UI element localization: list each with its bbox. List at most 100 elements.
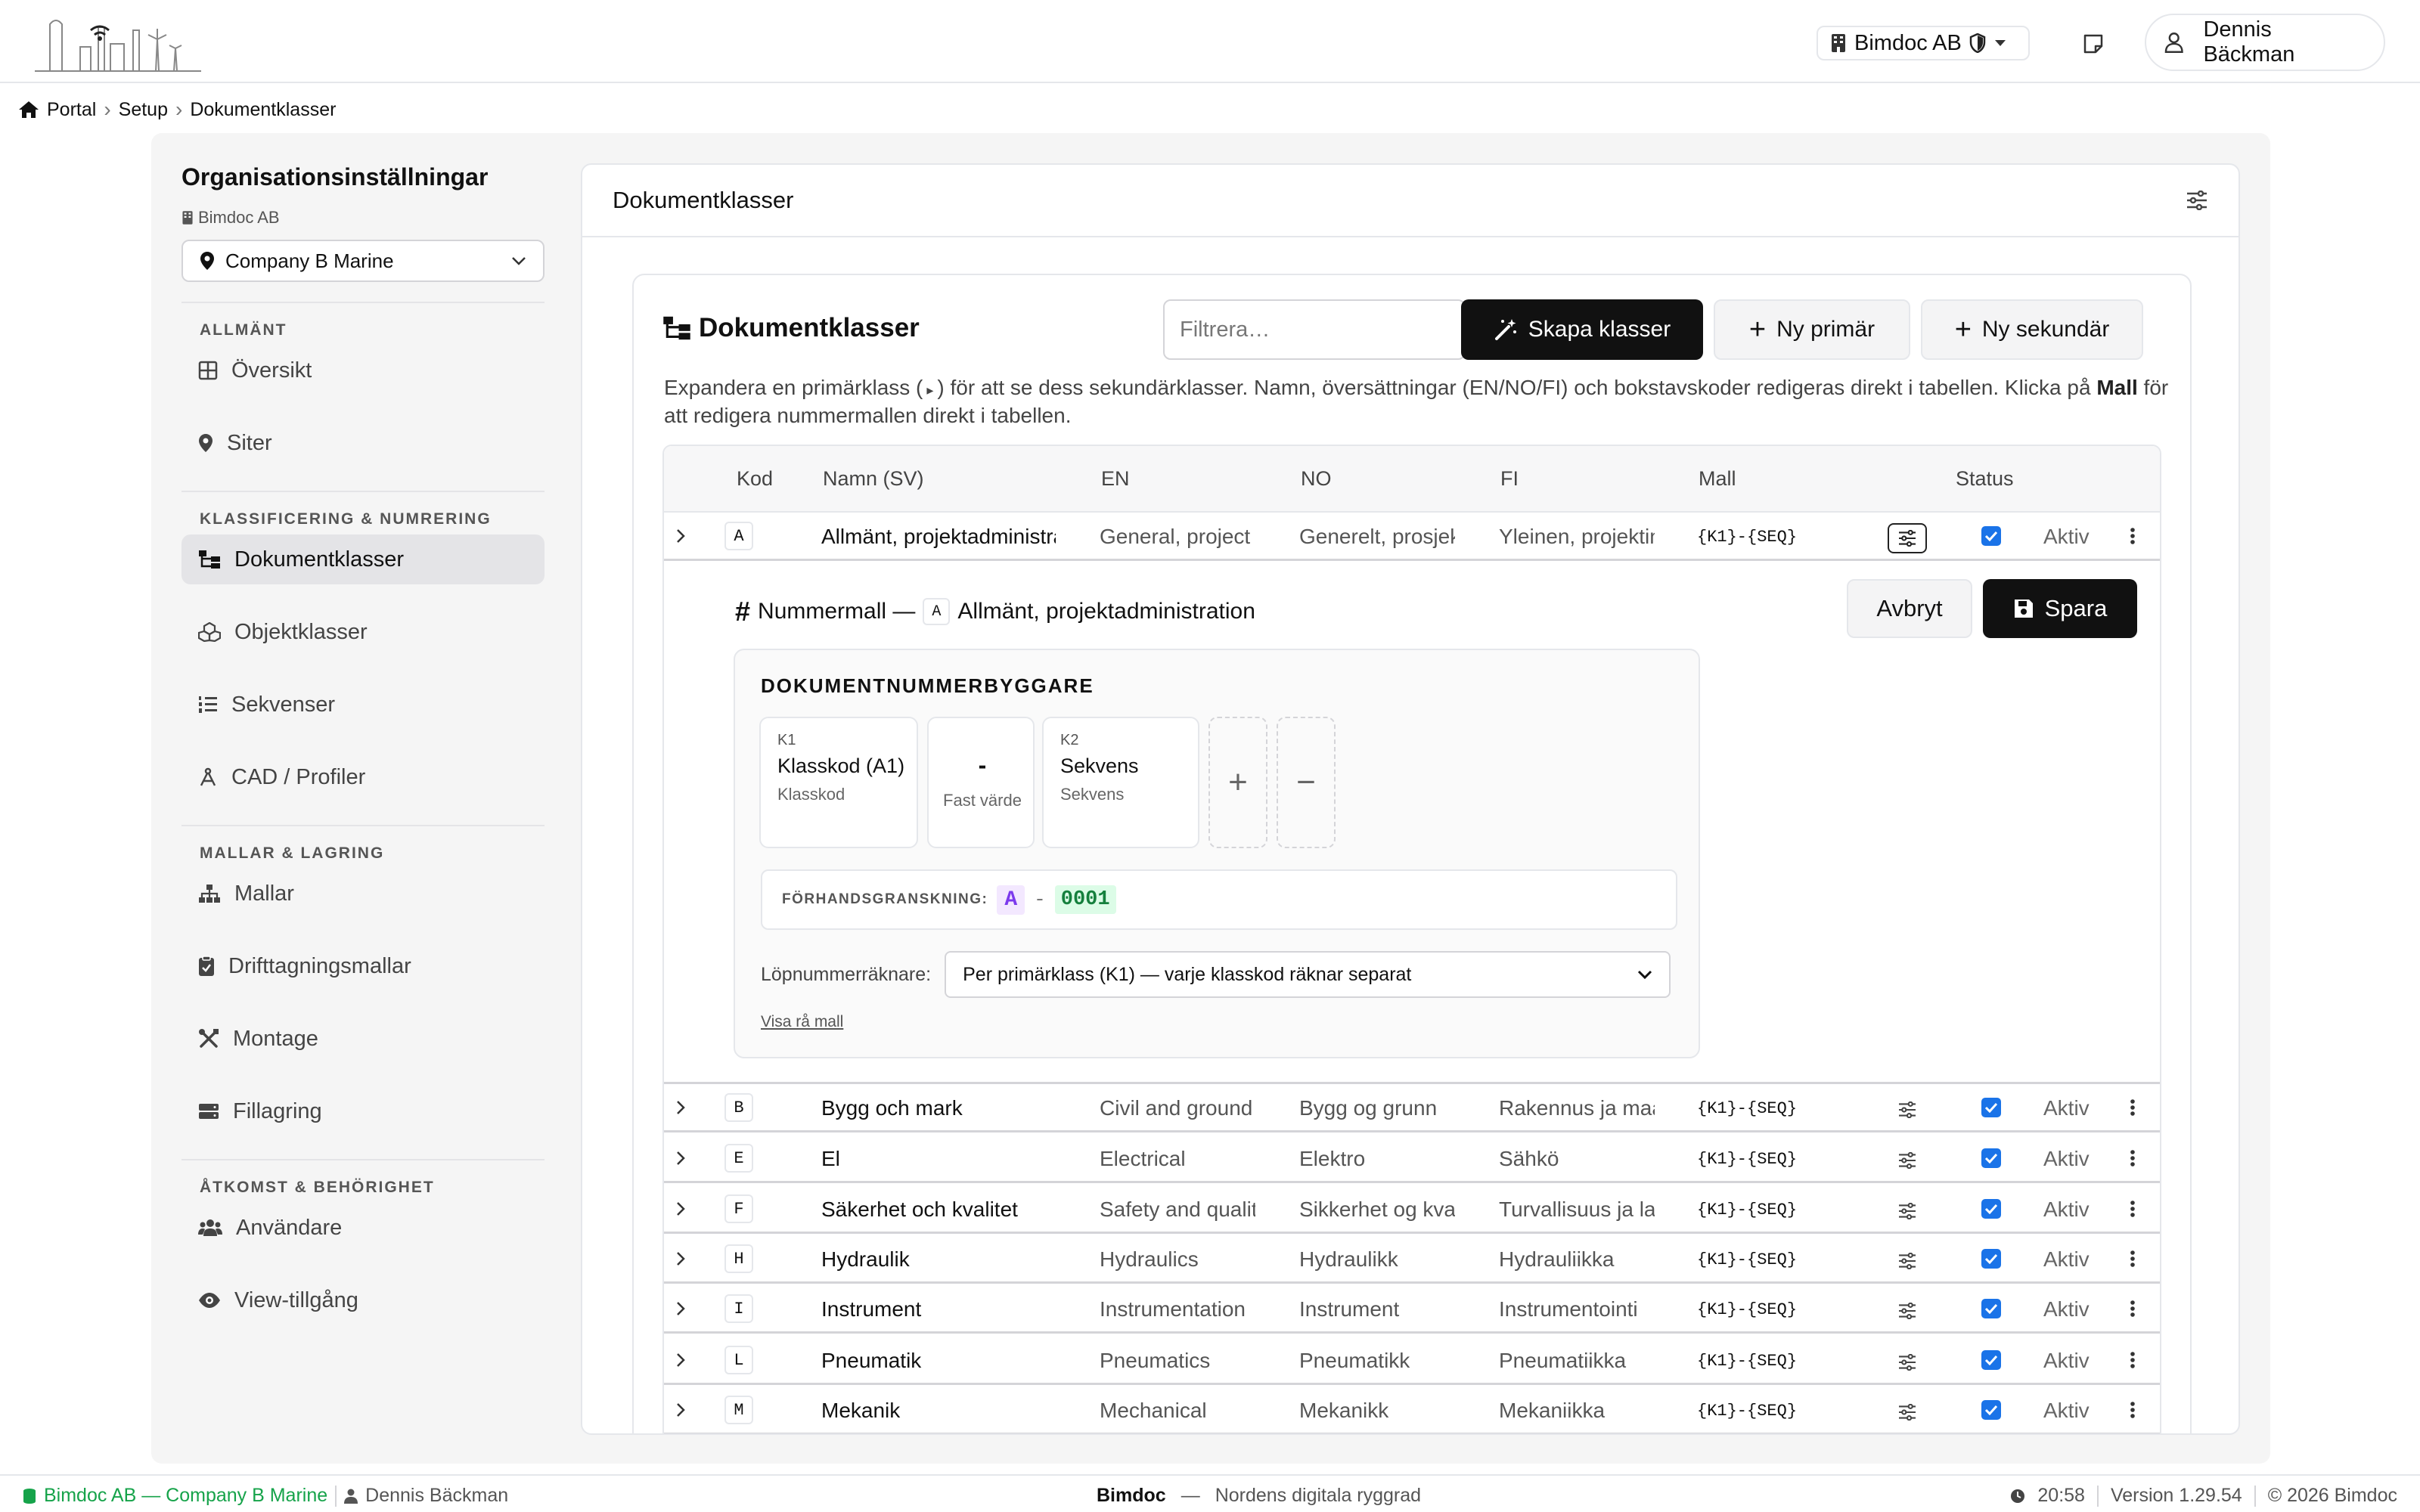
- sidebar-item-cad-profiler[interactable]: CAD / Profiler: [182, 752, 544, 802]
- class-name-en[interactable]: Safety and quality: [1100, 1198, 1255, 1222]
- remove-segment-button[interactable]: −: [1277, 717, 1336, 848]
- sidebar-item-oversikt[interactable]: Översikt: [182, 345, 544, 395]
- sidebar-item-montage[interactable]: Montage: [182, 1014, 544, 1064]
- add-segment-button[interactable]: +: [1208, 717, 1267, 848]
- kebab-menu-icon[interactable]: [2128, 1347, 2137, 1373]
- class-code[interactable]: H: [724, 1244, 753, 1273]
- class-name-en[interactable]: Mechanical: [1100, 1399, 1255, 1423]
- class-code[interactable]: I: [724, 1294, 753, 1323]
- chevron-right-icon[interactable]: [669, 523, 693, 549]
- table-row[interactable]: M Mekanik Mechanical Mekanikk Mekaniikka…: [664, 1387, 2160, 1433]
- class-name-en[interactable]: Civil and ground: [1100, 1096, 1255, 1120]
- active-checkbox[interactable]: [1981, 1299, 2001, 1318]
- sidebar-item-anvandare[interactable]: Användare: [182, 1203, 544, 1253]
- new-primary-button[interactable]: + Ny primär: [1714, 299, 1910, 360]
- class-name-no[interactable]: Elektro: [1299, 1147, 1455, 1171]
- breadcrumb-portal[interactable]: Portal: [47, 99, 96, 121]
- counter-select[interactable]: Per primärklass (K1) — varje klasskod rä…: [945, 951, 1671, 998]
- kebab-menu-icon[interactable]: [2128, 1296, 2137, 1321]
- edit-template-button[interactable]: [1888, 1095, 1927, 1125]
- class-name-en[interactable]: Electrical: [1100, 1147, 1255, 1171]
- class-code[interactable]: M: [724, 1396, 753, 1424]
- table-row[interactable]: A Allmänt, projektadministration General…: [664, 513, 2160, 561]
- active-checkbox[interactable]: [1981, 1199, 2001, 1219]
- sidebar-item-objektklasser[interactable]: Objektklasser: [182, 607, 544, 657]
- segment-k1[interactable]: K1 Klasskod (A1) Klasskod: [759, 717, 918, 848]
- class-name[interactable]: Mekanik: [821, 1399, 1056, 1423]
- sidebar-item-mallar[interactable]: Mallar: [182, 869, 544, 919]
- class-name-no[interactable]: Sikkerhet og kvalitet: [1299, 1198, 1455, 1222]
- class-name-no[interactable]: Mekanikk: [1299, 1399, 1455, 1423]
- chevron-right-icon[interactable]: [669, 1347, 693, 1373]
- breadcrumb-setup[interactable]: Setup: [119, 99, 168, 121]
- filter-input[interactable]: Filtrera…: [1163, 299, 1466, 360]
- class-name-en[interactable]: Hydraulics: [1100, 1247, 1255, 1272]
- show-raw-template-link[interactable]: Visa rå mall: [761, 1013, 843, 1031]
- class-name-no[interactable]: Pneumatikk: [1299, 1349, 1455, 1373]
- class-name[interactable]: Instrument: [821, 1297, 1056, 1321]
- notes-button[interactable]: [2075, 26, 2111, 62]
- kebab-menu-icon[interactable]: [2128, 1246, 2137, 1272]
- chevron-right-icon[interactable]: [669, 1196, 693, 1222]
- new-secondary-button[interactable]: + Ny sekundär: [1921, 299, 2143, 360]
- active-checkbox[interactable]: [1981, 1350, 2001, 1370]
- class-name[interactable]: Hydraulik: [821, 1247, 1056, 1272]
- create-classes-button[interactable]: Skapa klasser: [1461, 299, 1703, 360]
- class-name-fi[interactable]: Mekaniikka: [1499, 1399, 1655, 1423]
- class-code[interactable]: A: [724, 522, 753, 550]
- class-name-en[interactable]: Pneumatics: [1100, 1349, 1255, 1373]
- table-row[interactable]: E El Electrical Elektro Sähkö {K1}-{SEQ}…: [664, 1135, 2160, 1183]
- class-name-fi[interactable]: Turvallisuus ja laatu: [1499, 1198, 1655, 1222]
- edit-template-button[interactable]: [1888, 523, 1927, 553]
- class-name-en[interactable]: Instrumentation: [1100, 1297, 1255, 1321]
- chevron-right-icon[interactable]: [669, 1246, 693, 1272]
- table-row[interactable]: L Pneumatik Pneumatics Pneumatikk Pneuma…: [664, 1337, 2160, 1385]
- segment-fixed[interactable]: - Fast värde: [927, 717, 1035, 848]
- active-checkbox[interactable]: [1981, 1400, 2001, 1420]
- sidebar-item-view-tillgang[interactable]: View-tillgång: [182, 1275, 544, 1325]
- kebab-menu-icon[interactable]: [2128, 1095, 2137, 1120]
- edit-template-button[interactable]: [1888, 1246, 1927, 1276]
- edit-template-button[interactable]: [1888, 1296, 1927, 1326]
- class-name-fi[interactable]: Instrumentointi: [1499, 1297, 1655, 1321]
- kebab-menu-icon[interactable]: [2128, 1397, 2137, 1423]
- chevron-right-icon[interactable]: [669, 1397, 693, 1423]
- sidebar-item-sekvenser[interactable]: Sekvenser: [182, 680, 544, 730]
- table-row[interactable]: B Bygg och mark Civil and ground Bygg og…: [664, 1084, 2160, 1132]
- class-code[interactable]: B: [724, 1093, 753, 1122]
- class-code[interactable]: E: [724, 1144, 753, 1173]
- kebab-menu-icon[interactable]: [2128, 1145, 2137, 1171]
- class-name-no[interactable]: Instrument: [1299, 1297, 1455, 1321]
- class-name[interactable]: Pneumatik: [821, 1349, 1056, 1373]
- table-row[interactable]: I Instrument Instrumentation Instrument …: [664, 1285, 2160, 1334]
- user-menu-button[interactable]: Dennis Bäckman: [2145, 14, 2385, 71]
- class-name-no[interactable]: Bygg og grunn: [1299, 1096, 1455, 1120]
- chevron-right-icon[interactable]: [669, 1145, 693, 1171]
- class-name[interactable]: Bygg och mark: [821, 1096, 1056, 1120]
- active-checkbox[interactable]: [1981, 1098, 2001, 1117]
- class-name-no[interactable]: Hydraulikk: [1299, 1247, 1455, 1272]
- kebab-menu-icon[interactable]: [2128, 1196, 2137, 1222]
- class-code[interactable]: L: [724, 1346, 753, 1374]
- site-select[interactable]: Company B Marine: [182, 240, 544, 282]
- edit-template-button[interactable]: [1888, 1196, 1927, 1226]
- class-name[interactable]: Allmänt, projektadministration: [821, 525, 1056, 549]
- class-name-en[interactable]: General, project: [1100, 525, 1255, 549]
- sidebar-item-drifttagningsmallar[interactable]: Drifttagningsmallar: [182, 941, 544, 991]
- edit-template-button[interactable]: [1888, 1397, 1927, 1427]
- class-name-fi[interactable]: Sähkö: [1499, 1147, 1655, 1171]
- class-name[interactable]: Säkerhet och kvalitet: [821, 1198, 1056, 1222]
- table-row[interactable]: H Hydraulik Hydraulics Hydraulikk Hydrau…: [664, 1235, 2160, 1284]
- active-checkbox[interactable]: [1981, 1249, 2001, 1269]
- chevron-right-icon[interactable]: [669, 1296, 693, 1321]
- segment-k2[interactable]: K2 Sekvens Sekvens: [1042, 717, 1199, 848]
- edit-template-button[interactable]: [1888, 1145, 1927, 1176]
- edit-template-button[interactable]: [1888, 1347, 1927, 1377]
- logo[interactable]: [35, 14, 201, 73]
- class-name-fi[interactable]: Hydrauliikka: [1499, 1247, 1655, 1272]
- class-code[interactable]: F: [724, 1194, 753, 1223]
- chevron-right-icon[interactable]: [669, 1095, 693, 1120]
- table-row[interactable]: F Säkerhet och kvalitet Safety and quali…: [664, 1185, 2160, 1234]
- cancel-button[interactable]: Avbryt: [1847, 579, 1972, 638]
- class-name[interactable]: El: [821, 1147, 1056, 1171]
